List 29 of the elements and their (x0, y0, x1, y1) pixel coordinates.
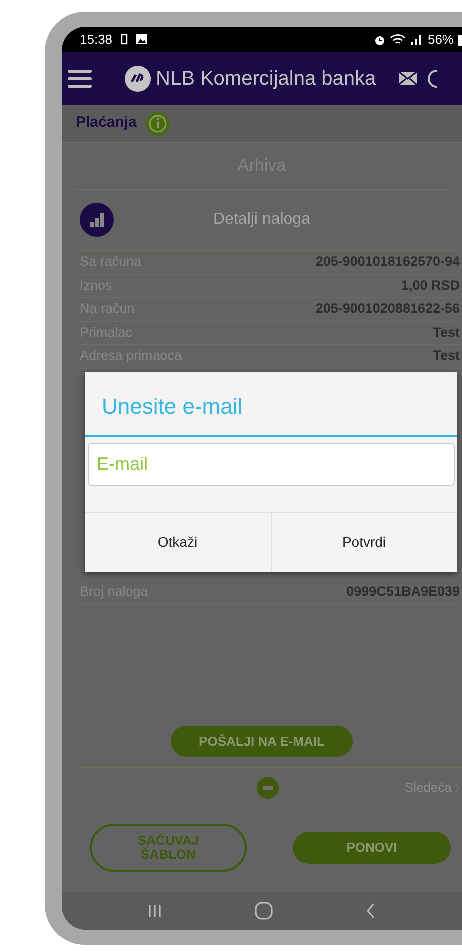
recent-apps-icon[interactable] (148, 903, 162, 919)
field-value: 205-9001020881622-56 (316, 300, 460, 318)
app-title: NLB Komercijalna banka (156, 66, 376, 92)
alarm-icon (374, 34, 386, 46)
menu-icon[interactable] (68, 68, 92, 88)
battery-icon (458, 34, 462, 46)
status-time: 15:38 (80, 30, 113, 49)
email-field[interactable]: E-mail (88, 443, 455, 486)
field-value: 1,00 RSD (401, 276, 460, 295)
field-value: 205-9001018162570-94 (316, 253, 460, 272)
cancel-button[interactable]: Otkaži (85, 512, 270, 572)
confirm-button[interactable]: Potvrdi (270, 512, 457, 572)
section-title: Plaćanja (76, 113, 137, 134)
mail-icon[interactable] (398, 71, 418, 86)
repeat-button[interactable]: PONOVI (293, 832, 451, 864)
back-icon[interactable] (366, 903, 376, 919)
send-email-button[interactable]: POŠALJI NA E-MAIL (171, 726, 353, 757)
battery-percent: 56% (428, 30, 454, 49)
bar-chart-icon (80, 203, 114, 237)
image-icon (136, 34, 148, 45)
wifi-icon (390, 34, 406, 46)
field-value: 0999C51BA9E039 (346, 582, 460, 601)
save-template-button[interactable]: SAČUVAJ ŠABLON (90, 824, 247, 872)
home-icon[interactable] (254, 902, 273, 920)
dialog-title: Unesite e-mail (85, 372, 457, 437)
signal-icon (410, 34, 424, 46)
logo-icon (124, 64, 152, 92)
details-title: Detalji naloga (214, 210, 312, 230)
info-icon[interactable] (144, 110, 171, 136)
